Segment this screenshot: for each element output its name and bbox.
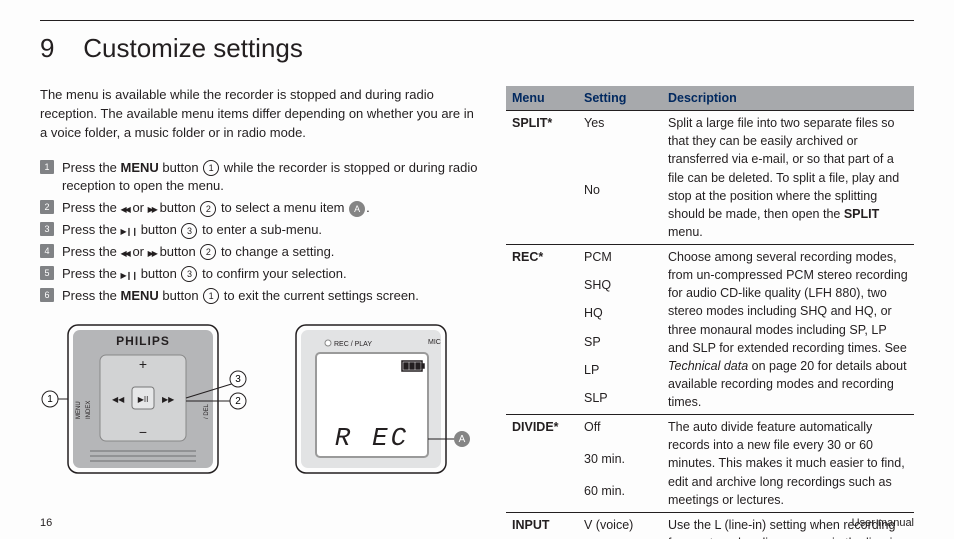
svg-text:+: + [139,356,147,372]
svg-text:▶II: ▶II [138,395,149,404]
step-number-badge: 5 [40,266,54,280]
step-list: 1Press the MENU button 1 while the recor… [40,159,480,306]
page-number: 16 [40,517,52,529]
keyword: MENU [121,160,159,175]
button-ref-circle: 2 [200,244,216,260]
menu-cell: REC* [506,245,578,274]
menu-cell [506,386,578,415]
play-pause-icon [121,222,138,237]
table-row: SPLIT*YesSplit a large file into two sep… [506,111,914,178]
step-number-badge: 2 [40,200,54,214]
menu-cell [506,447,578,479]
step-item: 4Press the or button 2 to change a setti… [40,243,480,262]
step-item: 6Press the MENU button 1 to exit the cur… [40,287,480,306]
play-pause-icon [121,266,138,281]
menu-cell: DIVIDE* [506,415,578,448]
button-ref-circle: 3 [181,266,197,282]
description-cell: The auto divide feature automatically re… [662,415,914,513]
menu-cell [506,273,578,301]
screen-text: R EC [335,423,409,453]
menu-cell: SPLIT* [506,111,578,178]
svg-text:◀◀: ◀◀ [112,395,125,404]
button-ref-circle: 3 [181,223,197,239]
svg-text:−: − [139,424,147,440]
columns: The menu is available while the recorder… [40,86,914,539]
callout-a: A [459,434,466,445]
description-cell: Split a large file into two separate fil… [662,111,914,245]
footer: 16 User manual [40,517,914,529]
button-ref-circle: 1 [203,288,219,304]
step-item: 1Press the MENU button 1 while the recor… [40,159,480,197]
diagram-controls: PHILIPS + − ◀◀ ▶▶ ▶II MENU INDEX / DEL [40,319,250,479]
side-label-index: INDEX [86,401,92,419]
header-desc: Description [662,86,914,111]
menu-cell [506,479,578,512]
step-number-badge: 3 [40,222,54,236]
step-number-badge: 4 [40,244,54,258]
table-row: DIVIDE*OffThe auto divide feature automa… [506,415,914,448]
header-menu: Menu [506,86,578,111]
diagram-screen: REC / PLAY MIC R EC [290,319,480,479]
skip-prev-icon [121,200,129,215]
button-ref-circle: 1 [203,160,219,176]
menu-cell [506,301,578,329]
callout-3: 3 [235,374,241,385]
step-number-badge: 1 [40,160,54,174]
chapter-heading: 9 Customize settings [40,33,914,64]
svg-text:▶▶: ▶▶ [162,395,175,404]
screen-ref-circle: A [349,201,365,217]
mic-label: MIC [428,339,441,346]
callout-1: 1 [47,394,53,405]
side-label-menu: MENU [76,402,82,420]
setting-cell: HQ [578,301,662,329]
setting-cell: SP [578,330,662,358]
brand-text: PHILIPS [116,334,170,348]
settings-table: Menu Setting Description SPLIT*YesSplit … [506,86,914,539]
indicator-label: REC / PLAY [334,341,372,348]
skip-next-icon [148,200,156,215]
setting-cell: No [578,178,662,245]
left-column: The menu is available while the recorder… [40,86,480,539]
setting-cell: Yes [578,111,662,178]
diagram-row: PHILIPS + − ◀◀ ▶▶ ▶II MENU INDEX / DEL [40,319,480,479]
setting-cell: 30 min. [578,447,662,479]
setting-cell: SLP [578,386,662,415]
description-cell: Choose among several recording modes, fr… [662,245,914,415]
page: 9 Customize settings The menu is availab… [0,0,954,539]
step-item: 5Press the button 3 to confirm your sele… [40,265,480,284]
skip-prev-icon [121,244,129,259]
skip-next-icon [148,244,156,259]
footer-label: User manual [852,517,914,529]
side-label-del: / DEL [204,404,210,420]
keyword: MENU [121,288,159,303]
table-row: REC*PCMChoose among several recording mo… [506,245,914,274]
callout-2: 2 [235,396,241,407]
chapter-title: Customize settings [83,33,303,63]
menu-cell [506,358,578,386]
top-rule [40,20,914,21]
button-ref-circle: 2 [200,201,216,217]
step-item: 3Press the button 3 to enter a sub-menu. [40,221,480,240]
table-header-row: Menu Setting Description [506,86,914,111]
setting-cell: LP [578,358,662,386]
menu-cell [506,178,578,245]
chapter-number: 9 [40,33,76,64]
menu-cell [506,330,578,358]
step-number-badge: 6 [40,288,54,302]
reference: Technical data [668,359,748,373]
step-item: 2Press the or button 2 to select a menu … [40,199,480,218]
keyword: SPLIT [844,207,879,221]
setting-cell: 60 min. [578,479,662,512]
header-setting: Setting [578,86,662,111]
setting-cell: SHQ [578,273,662,301]
setting-cell: PCM [578,245,662,274]
setting-cell: Off [578,415,662,448]
right-column: Menu Setting Description SPLIT*YesSplit … [506,86,914,539]
intro-text: The menu is available while the recorder… [40,86,480,143]
